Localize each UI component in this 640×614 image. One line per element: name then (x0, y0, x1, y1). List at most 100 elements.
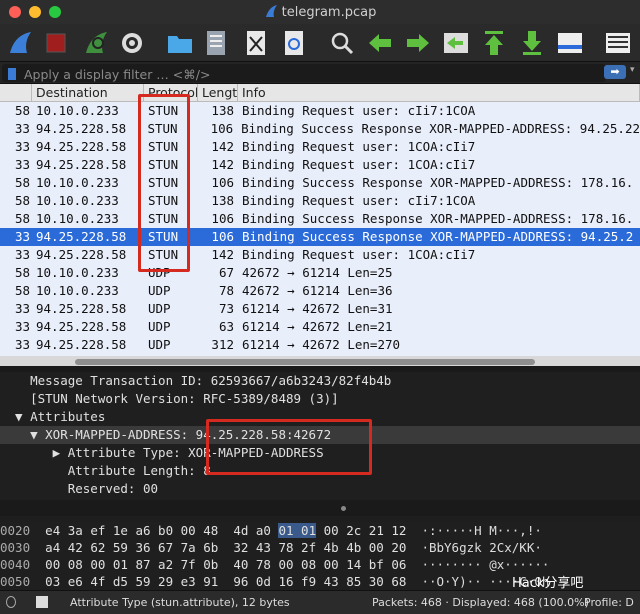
go-back-arrow-icon[interactable] (366, 29, 394, 57)
cell-dst: 10.10.0.233 (36, 211, 119, 226)
cell-proto: UDP (148, 337, 171, 352)
cell-no: 58 (14, 193, 30, 208)
splitter-handle[interactable] (341, 506, 346, 511)
filter-placeholder: Apply a display filter … <⌘/> (24, 67, 211, 82)
cell-dst: 10.10.0.233 (36, 193, 119, 208)
apply-filter-arrow-icon[interactable]: ➡ (604, 65, 626, 79)
cell-info: Binding Request user: 1COA:cIi7 (242, 157, 476, 172)
capture-options-gear-icon[interactable] (118, 29, 146, 57)
cell-dst: 94.25.228.58 (36, 319, 127, 334)
cell-dst: 94.25.228.58 (35, 121, 127, 136)
cell-info: 42672 → 61214 Len=36 (242, 283, 393, 298)
cell-proto: UDP (148, 301, 171, 316)
packet-list-header: Destination Protocol Length Info (0, 84, 640, 102)
hex-dump-line[interactable]: 0020 e4 3a ef 1e a6 b0 00 48 4d a0 01 01… (0, 522, 640, 539)
hex-dump-line[interactable]: 0040 00 08 00 01 87 a2 7f 0b 40 78 00 08… (0, 556, 640, 573)
cell-dst: 94.25.228.58 (36, 247, 127, 262)
table-row[interactable]: 58 10.10.0.233 UDP 67 42672 → 61214 Len=25 (0, 264, 640, 282)
colorize-list-icon[interactable] (604, 29, 632, 57)
window-title: telegram.pcap (0, 4, 640, 20)
table-row[interactable]: 58 10.10.0.233 STUN 106 Binding Success Resp… (0, 210, 640, 228)
display-filter-bar: Apply a display filter … <⌘/> ➡ ▾ (0, 62, 640, 84)
first-packet-arrow-icon[interactable] (480, 29, 508, 57)
capture-comments-icon[interactable] (36, 596, 48, 608)
table-row[interactable]: 33 94.25.228.58 STUN 142 Binding Request use… (0, 246, 640, 264)
display-filter-input[interactable]: Apply a display filter … <⌘/> (2, 64, 606, 82)
table-row[interactable]: 33 94.25.228.58 UDP 312 61214 → 42672 Len=27… (0, 336, 640, 354)
hex-bytes: e4 3a ef 1e a6 b0 00 48 4d a0 (45, 523, 279, 538)
find-packet-search-icon[interactable] (328, 29, 356, 57)
hex-bytes: 03 e6 4f d5 59 29 e3 91 96 0d 16 f9 43 8… (45, 574, 407, 589)
pane-splitter[interactable] (0, 500, 640, 516)
hex-bytes-selected: 01 01 (278, 523, 317, 538)
table-row[interactable]: 58 10.10.0.233 STUN 138 Binding Request user… (0, 192, 640, 210)
cell-info: Binding Request user: 1COA:cIi7 (242, 139, 476, 154)
cell-len: 106 (211, 175, 234, 190)
table-row[interactable]: 33 94.25.228.58 STUN 142 Binding Request use… (0, 156, 640, 174)
cell-proto: UDP (148, 283, 171, 298)
table-row[interactable]: 33 94.25.228.58 UDP 73 61214 → 42672 Len=31 (0, 300, 640, 318)
hex-bytes: a4 42 62 59 36 67 7a 6b 32 43 78 2f 4b 4… (45, 540, 407, 555)
restart-capture-fin-icon[interactable] (82, 29, 110, 57)
cell-dst: 10.10.0.233 (36, 283, 119, 298)
bookmark-icon[interactable] (8, 68, 16, 80)
last-packet-arrow-icon[interactable] (518, 29, 546, 57)
go-to-packet-icon[interactable] (442, 29, 470, 57)
cell-len: 138 (211, 193, 234, 208)
cell-info: Binding Request user: 1COA:cIi7 (242, 247, 476, 262)
save-file-icon[interactable] (202, 29, 230, 57)
table-row[interactable]: 33 94.25.228.58 STUN 106 Binding Success Res… (0, 228, 640, 246)
table-row[interactable]: 58 10.10.0.233 STUN 138 Binding Request user… (0, 102, 640, 120)
cell-len: 106 (210, 121, 234, 136)
title-bar: telegram.pcap (0, 0, 640, 24)
cell-no: 33 (14, 301, 30, 316)
pane-splitter-top[interactable] (0, 366, 640, 372)
start-capture-fin-icon[interactable] (6, 29, 34, 57)
reload-file-icon[interactable] (280, 29, 308, 57)
cell-no: 33 (14, 337, 30, 352)
table-row[interactable]: 33 94.25.228.58 STUN 106 Binding Success Res… (0, 120, 640, 138)
table-row[interactable]: 58 10.10.0.233 STUN 106 Binding Success Resp… (0, 174, 640, 192)
cell-no: 33 (14, 319, 30, 334)
scrollbar-thumb[interactable] (75, 359, 535, 365)
stop-capture-icon[interactable] (42, 29, 70, 57)
table-row[interactable]: 58 10.10.0.233 UDP 78 42672 → 61214 Len=36 (0, 282, 640, 300)
cell-no: 58 (14, 103, 30, 118)
cell-info: Binding Request user: cIi7:1COA (242, 193, 476, 208)
hex-offset: 0020 (0, 523, 31, 538)
cell-dst: 94.25.228.58 (36, 337, 127, 352)
cell-no: 58 (14, 265, 30, 280)
cell-dst: 10.10.0.233 (36, 175, 119, 190)
column-header-destination[interactable]: Destination (32, 84, 144, 101)
column-header-length[interactable]: Length (198, 84, 238, 101)
cell-len: 73 (218, 301, 234, 316)
detail-tree-item[interactable]: Reserved: 00 (0, 480, 640, 498)
status-profile[interactable]: Profile: D (584, 596, 634, 609)
cell-len: 142 (211, 157, 234, 172)
expert-info-icon[interactable] (6, 596, 16, 608)
cell-info: 61214 → 42672 Len=21 (242, 319, 393, 334)
cell-dst: 94.25.228.58 (36, 139, 127, 154)
column-header-no[interactable] (0, 84, 32, 101)
cell-info: 42672 → 61214 Len=25 (242, 265, 393, 280)
cell-no: 58 (14, 175, 30, 190)
cell-len: 63 (218, 319, 234, 334)
detail-tree-item[interactable]: Message Transaction ID: 62593667/a6b3243… (0, 372, 640, 390)
cell-dst: 94.25.228.58 (36, 301, 127, 316)
open-file-folder-icon[interactable] (166, 29, 194, 57)
protocol-highlight-box (138, 94, 190, 272)
detail-tree-item[interactable]: [STUN Network Version: RFC-5389/8489 (3)… (0, 390, 640, 408)
filter-dropdown-chevron-icon[interactable]: ▾ (630, 65, 635, 75)
table-row[interactable]: 33 94.25.228.58 UDP 63 61214 → 42672 Len=21 (0, 318, 640, 336)
cell-info: Binding Success Response XOR-MAPPED-ADDR… (242, 175, 634, 190)
cell-len: 106 (211, 229, 234, 244)
cell-info: 61214 → 42672 Len=270 (242, 337, 401, 352)
auto-scroll-icon[interactable] (556, 29, 584, 57)
column-header-info[interactable]: Info (238, 84, 640, 101)
cell-len: 106 (211, 211, 234, 226)
hex-dump-line[interactable]: 0030 a4 42 62 59 36 67 7a 6b 32 43 78 2f… (0, 539, 640, 556)
close-file-icon[interactable] (242, 29, 270, 57)
go-forward-arrow-icon[interactable] (404, 29, 432, 57)
hex-bytes: 00 2c 21 12 (316, 523, 407, 538)
table-row[interactable]: 33 94.25.228.58 STUN 142 Binding Request use… (0, 138, 640, 156)
